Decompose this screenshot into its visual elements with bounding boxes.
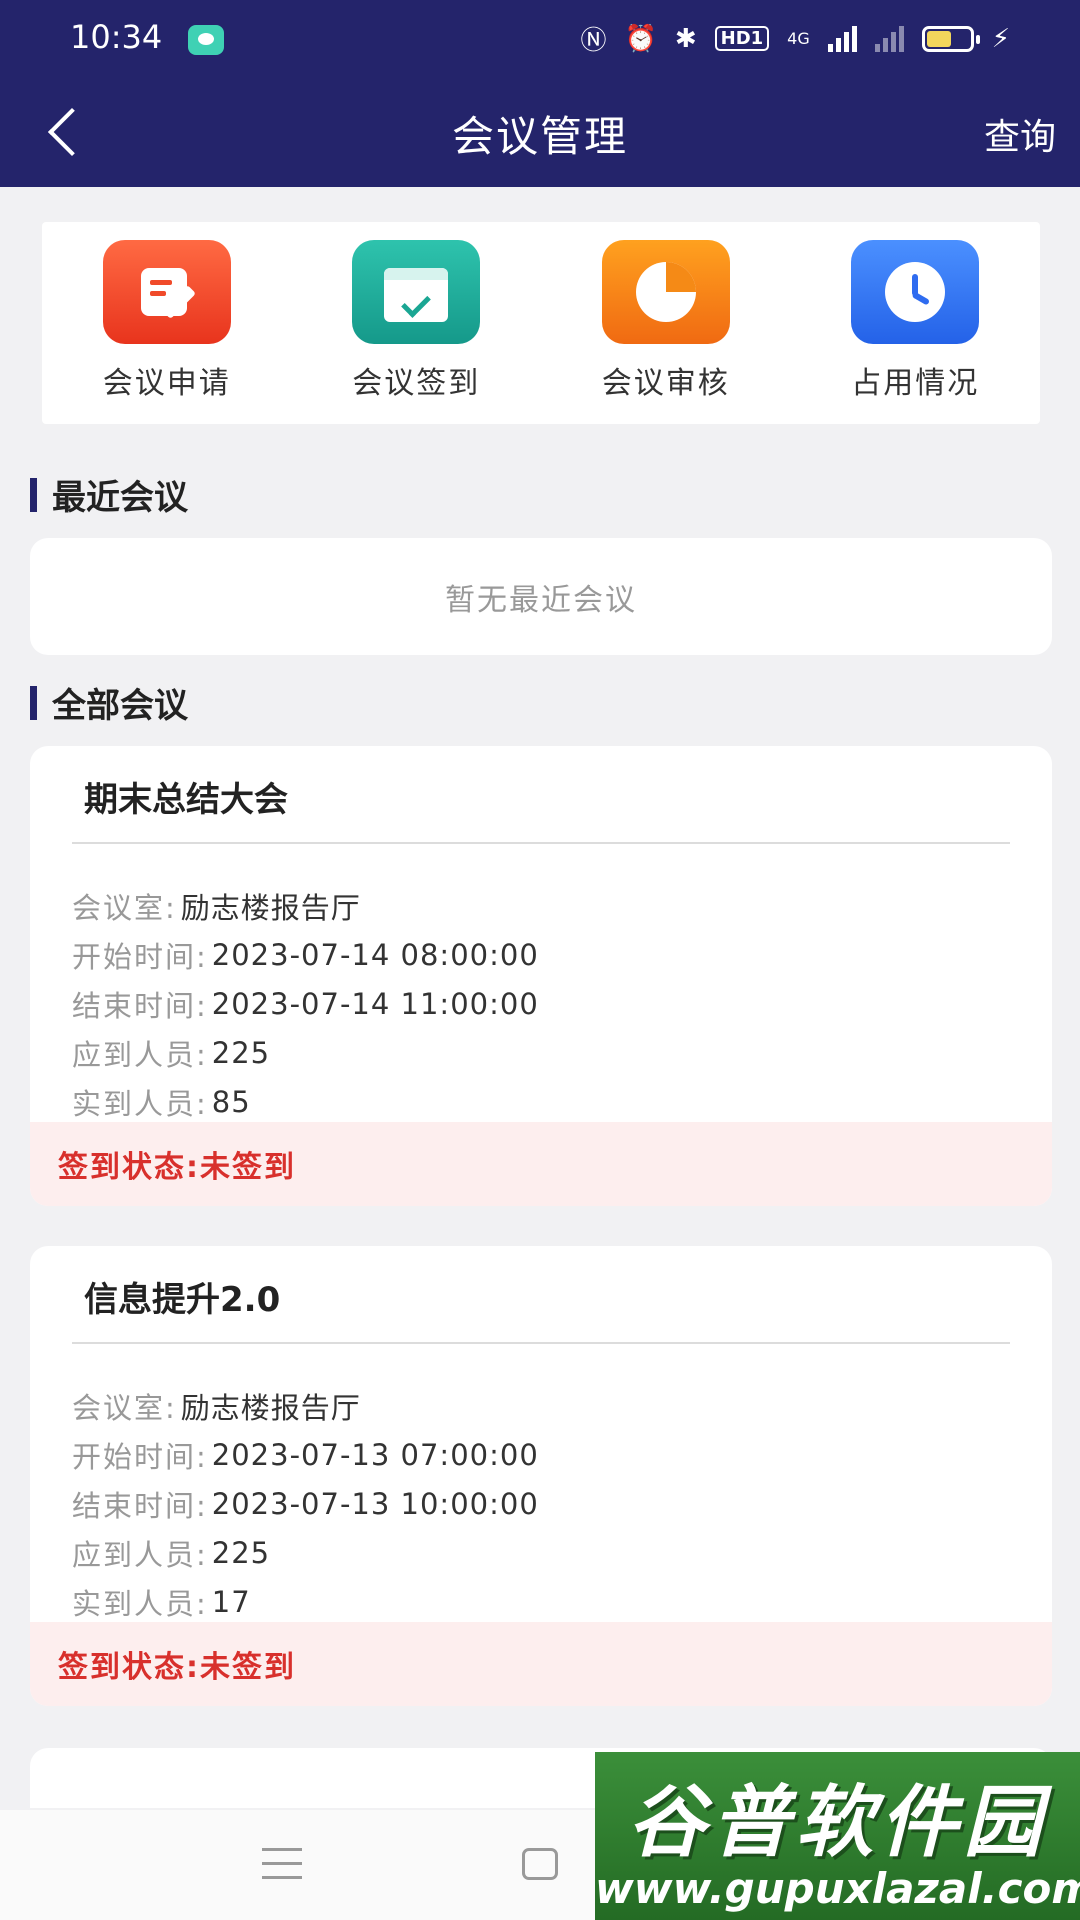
room-value: 励志楼报告厅 (180, 1390, 361, 1425)
end-row: 结束时间: 2023-07-14 11:00:00 (72, 979, 539, 1028)
charging-icon: ⚡ (991, 23, 1010, 54)
network-label: 4G (787, 29, 810, 48)
watermark-cn: 谷普软件园 (627, 1778, 1048, 1868)
app-header: 10:34 Ⓝ ⏰ ✱ HD1 4G ⚡ 会议管理 查询 (0, 0, 1080, 187)
menu-label: 会议签到 (352, 366, 481, 401)
status-label: 签到状态: (58, 1150, 200, 1185)
room-label: 会议室: (72, 1390, 177, 1425)
start-label: 开始时间: (72, 939, 208, 974)
signal-secondary-icon (874, 25, 904, 52)
battery-icon (921, 25, 980, 52)
meeting-title: 期末总结大会 (84, 780, 288, 820)
actual-label: 实到人员: (72, 1586, 208, 1621)
status-icons: Ⓝ ⏰ ✱ HD1 4G ⚡ (580, 20, 1010, 57)
menu-label: 会议申请 (102, 366, 231, 401)
actual-row: 实到人员: 17 (72, 1577, 539, 1626)
chat-notification-icon (188, 25, 224, 55)
status-value: 未签到 (200, 1650, 296, 1685)
start-row: 开始时间: 2023-07-13 07:00:00 (72, 1430, 539, 1479)
divider (72, 842, 1010, 844)
recent-empty-card: 暂无最近会议 (30, 538, 1052, 655)
actual-value: 17 (211, 1584, 251, 1619)
end-value: 2023-07-13 10:00:00 (211, 1486, 539, 1521)
menu-item-signin[interactable]: 会议签到 (292, 222, 542, 424)
status-bar: 10:34 Ⓝ ⏰ ✱ HD1 4G ⚡ (0, 0, 1080, 80)
start-value: 2023-07-13 07:00:00 (211, 1437, 539, 1472)
meeting-info: 会议室: 励志楼报告厅 开始时间: 2023-07-14 08:00:00 结束时间… (72, 881, 539, 1126)
home-icon[interactable] (522, 1848, 558, 1880)
room-value: 励志楼报告厅 (180, 890, 361, 925)
expected-value: 225 (211, 1535, 271, 1570)
status-time: 10:34 (70, 18, 163, 56)
all-section-title: 全部会议 (30, 678, 188, 727)
menu-item-usage[interactable]: 占用情况 (791, 222, 1041, 424)
start-row: 开始时间: 2023-07-14 08:00:00 (72, 930, 539, 979)
room-row: 会议室: 励志楼报告厅 (72, 881, 539, 930)
bluetooth-icon: ✱ (674, 23, 697, 54)
expected-label: 应到人员: (72, 1037, 208, 1072)
status-label: 签到状态: (58, 1650, 200, 1685)
room-label: 会议室: (72, 890, 177, 925)
alarm-icon: ⏰ (624, 23, 657, 54)
meeting-title: 信息提升2.0 (84, 1280, 281, 1320)
hd-badge: HD1 (714, 26, 770, 51)
room-row: 会议室: 励志楼报告厅 (72, 1381, 539, 1430)
status-value: 未签到 (200, 1150, 296, 1185)
recent-section-title: 最近会议 (30, 470, 188, 519)
end-value: 2023-07-14 11:00:00 (211, 986, 539, 1021)
watermark-url: www.gupuxlazal.com (595, 1864, 1080, 1913)
expected-row: 应到人员: 225 (72, 1528, 539, 1577)
page-title: 会议管理 (451, 112, 628, 161)
expected-value: 225 (211, 1035, 271, 1070)
meeting-info: 会议室: 励志楼报告厅 开始时间: 2023-07-13 07:00:00 结束时间… (72, 1381, 539, 1626)
meeting-card[interactable]: 信息提升2.0 会议室: 励志楼报告厅 开始时间: 2023-07-13 07:00… (30, 1246, 1052, 1706)
expected-row: 应到人员: 225 (72, 1028, 539, 1077)
query-button[interactable]: 查询 (984, 108, 1056, 160)
quick-menu: 会议申请 会议签到 会议审核 占用情况 (42, 222, 1040, 424)
watermark-logo: 谷普软件园 www.gupuxlazal.com (595, 1752, 1080, 1920)
menu-label: 会议审核 (601, 366, 730, 401)
actual-value: 85 (211, 1084, 251, 1119)
edit-icon (102, 240, 231, 344)
signin-status: 签到状态: 未签到 (30, 1122, 1052, 1206)
start-label: 开始时间: (72, 1439, 208, 1474)
end-row: 结束时间: 2023-07-13 10:00:00 (72, 1479, 539, 1528)
actual-row: 实到人员: 85 (72, 1077, 539, 1126)
actual-label: 实到人员: (72, 1086, 208, 1121)
end-label: 结束时间: (72, 988, 208, 1023)
divider (72, 1342, 1010, 1344)
calendar-check-icon (352, 240, 481, 344)
recent-apps-icon[interactable] (262, 1848, 302, 1882)
end-label: 结束时间: (72, 1488, 208, 1523)
nfc-icon: Ⓝ (580, 26, 607, 56)
start-value: 2023-07-14 08:00:00 (211, 937, 539, 972)
menu-item-review[interactable]: 会议审核 (541, 222, 791, 424)
menu-label: 占用情况 (851, 366, 980, 401)
menu-item-apply[interactable]: 会议申请 (42, 222, 292, 424)
signin-status: 签到状态: 未签到 (30, 1622, 1052, 1706)
signal-icon (827, 25, 857, 52)
meeting-card[interactable]: 期末总结大会 会议室: 励志楼报告厅 开始时间: 2023-07-14 08:00:… (30, 746, 1052, 1206)
clock-icon (851, 240, 980, 344)
pie-chart-icon (601, 240, 730, 344)
empty-text: 暂无最近会议 (445, 582, 637, 618)
expected-label: 应到人员: (72, 1537, 208, 1572)
